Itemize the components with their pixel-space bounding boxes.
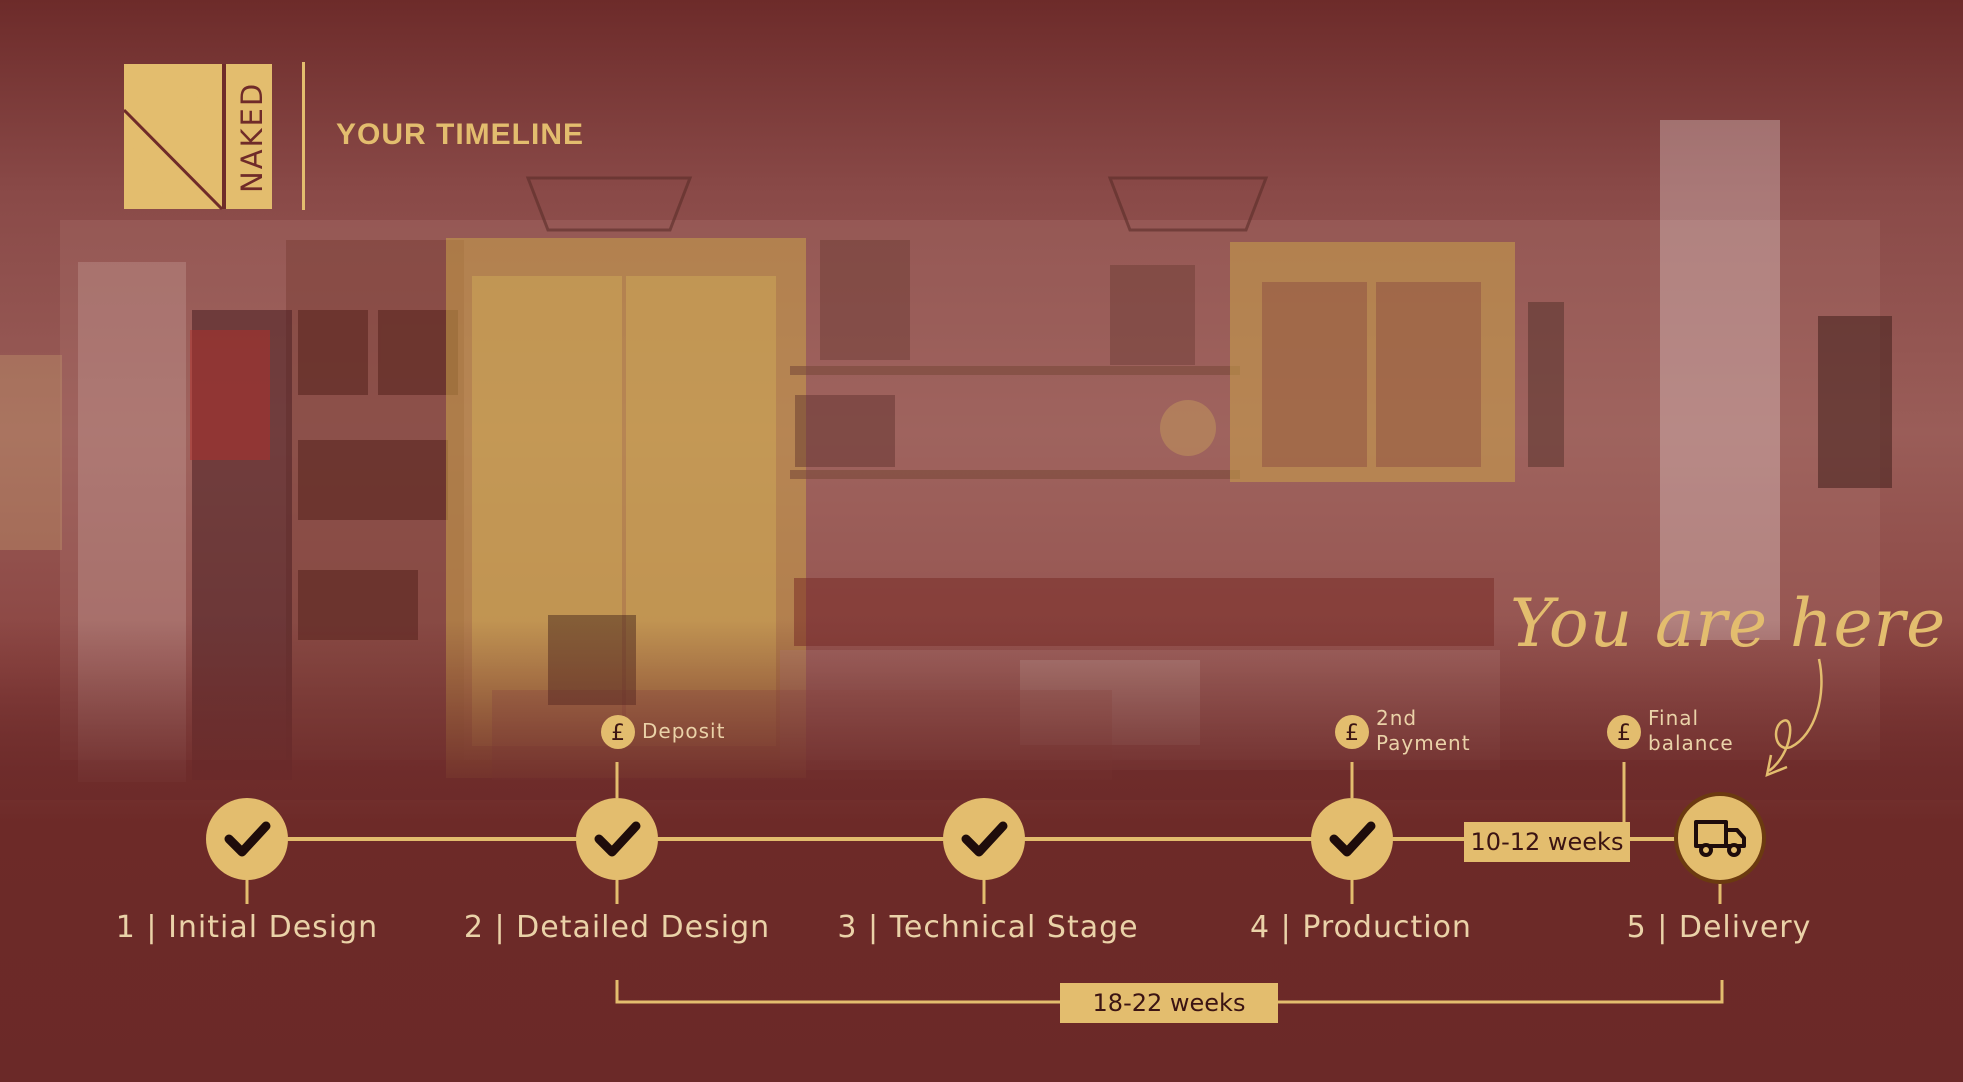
deposit-pound-icon: £ <box>601 715 635 749</box>
second-payment-line-2: Payment <box>1376 731 1471 755</box>
stage-2-check-icon <box>576 798 658 880</box>
stage-4-check-icon <box>1311 798 1393 880</box>
production-duration-badge: 10-12 weeks <box>1464 822 1630 862</box>
svg-text:£: £ <box>1617 721 1631 746</box>
stage-4-label: 4 | Production <box>1250 910 1472 945</box>
second-payment-label: 2nd Payment <box>1376 706 1471 756</box>
stage-2-label: 2 | Detailed Design <box>463 910 771 945</box>
final-balance-label: Final balance <box>1648 706 1734 756</box>
stage-5-label: 5 | Delivery <box>1626 910 1812 945</box>
stage-1-check-icon <box>206 798 288 880</box>
timeline-banner: NAKED YOUR TIMELINE You are here £ Depos… <box>0 0 1963 1082</box>
second-payment-line-1: 2nd <box>1376 706 1418 730</box>
svg-text:£: £ <box>1345 721 1359 746</box>
overall-duration-badge: 18-22 weeks <box>1060 983 1278 1023</box>
final-balance-line-2: balance <box>1648 731 1734 755</box>
second-payment-pound-icon: £ <box>1335 715 1369 749</box>
stage-3-label: 3 | Technical Stage <box>837 910 1139 945</box>
final-balance-pound-icon: £ <box>1607 715 1641 749</box>
stage-1-label: 1 | Initial Design <box>115 910 379 945</box>
stage-3-check-icon <box>943 798 1025 880</box>
final-balance-line-1: Final <box>1648 706 1700 730</box>
svg-text:£: £ <box>611 721 625 746</box>
stage-5-truck-icon <box>1674 792 1766 884</box>
deposit-label: Deposit <box>642 719 726 743</box>
